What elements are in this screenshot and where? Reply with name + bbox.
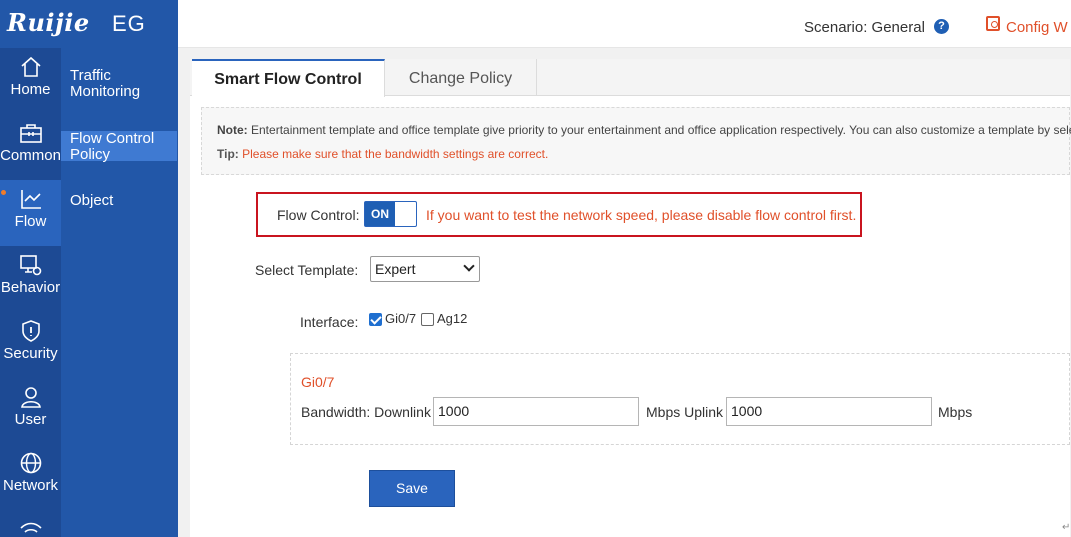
brand-bar: Ruijie EG xyxy=(0,0,178,48)
main-nav-rail: Home Common Flow Behavior Security User … xyxy=(0,0,61,537)
active-indicator-dot xyxy=(1,190,6,195)
rail-item-network[interactable]: Network xyxy=(0,444,61,510)
sub-nav-panel: Traffic Monitoring Flow Control Policy O… xyxy=(61,48,178,537)
tab-change-policy[interactable]: Change Policy xyxy=(385,59,537,96)
flow-control-row: Flow Control: ON If you want to test the… xyxy=(256,192,862,237)
brand-logo: Ruijie xyxy=(7,8,90,37)
toolbox-icon xyxy=(19,124,42,143)
interface-option-label: Gi0/7 xyxy=(385,311,417,326)
submenu-item-traffic-monitoring[interactable]: Traffic Monitoring xyxy=(61,68,178,100)
tab-smart-flow-control[interactable]: Smart Flow Control xyxy=(192,59,385,97)
rail-label: User xyxy=(14,411,47,428)
paragraph-mark-icon: ↵ xyxy=(1062,522,1071,533)
flow-control-hint: If you want to test the network speed, p… xyxy=(426,207,857,223)
rail-item-user[interactable]: User xyxy=(0,378,61,444)
rail-item-home[interactable]: Home xyxy=(0,48,61,114)
home-icon xyxy=(20,56,41,77)
template-select[interactable]: Expert xyxy=(370,256,480,282)
uplink-input[interactable]: 1000 xyxy=(726,397,932,426)
toggle-state-label: ON xyxy=(365,202,395,226)
globe-icon xyxy=(20,452,41,474)
scenario-label: Scenario: General xyxy=(804,19,925,36)
rail-label: Home xyxy=(10,81,51,98)
tip-line: Tip: Please make sure that the bandwidth… xyxy=(217,147,548,161)
bandwidth-interface-title: Gi0/7 xyxy=(301,374,335,390)
rail-item-flow[interactable]: Flow xyxy=(0,180,61,246)
save-button[interactable]: Save xyxy=(369,470,455,507)
tip-label: Tip: xyxy=(217,147,239,161)
top-header: Scenario: General ? Config W xyxy=(178,0,1071,48)
rail-label: Flow xyxy=(14,213,47,230)
rail-label: Security xyxy=(3,345,58,362)
rail-item-common[interactable]: Common xyxy=(0,114,61,180)
rail-item-wireless[interactable] xyxy=(0,510,61,537)
select-template-label: Select Template: xyxy=(255,262,359,278)
note-line: Note: Entertainment template and office … xyxy=(217,123,1071,137)
bandwidth-unit-label: Mbps xyxy=(938,404,973,420)
note-label: Note: xyxy=(217,123,248,137)
submenu-item-flow-control-policy[interactable]: Flow Control Policy xyxy=(61,131,177,163)
interface-checkbox-ag12[interactable] xyxy=(421,313,434,326)
interface-option-label: Ag12 xyxy=(437,311,468,326)
note-box: Note: Entertainment template and office … xyxy=(201,107,1071,175)
help-icon[interactable]: ? xyxy=(934,19,949,34)
main-content: Smart Flow Control Change Policy Note: E… xyxy=(178,48,1071,537)
downlink-input[interactable]: 1000 xyxy=(433,397,639,426)
rail-label: Common xyxy=(0,147,61,164)
rail-label: Behavior xyxy=(0,279,61,296)
submenu-item-object[interactable]: Object xyxy=(61,193,178,209)
interface-checkbox-gi07[interactable] xyxy=(369,313,382,326)
policy-card: Smart Flow Control Change Policy Note: E… xyxy=(190,59,1071,537)
note-text: Entertainment template and office templa… xyxy=(247,123,1071,137)
monitor-gear-icon xyxy=(19,255,41,276)
wifi-icon xyxy=(19,522,42,533)
config-wizard-link[interactable]: Config W xyxy=(1006,19,1068,36)
chart-line-icon xyxy=(20,190,41,209)
interface-label: Interface: xyxy=(300,314,359,330)
rail-item-security[interactable]: Security xyxy=(0,312,61,378)
config-wizard-icon[interactable] xyxy=(986,16,1000,31)
rail-label: Network xyxy=(2,477,58,494)
bandwidth-uplink-label: Mbps Uplink xyxy=(646,404,724,420)
chevron-down-icon xyxy=(463,260,475,272)
product-name: EG xyxy=(112,11,146,36)
tip-text: Please make sure that the bandwidth sett… xyxy=(238,147,549,161)
flow-control-label: Flow Control: xyxy=(277,207,360,223)
flow-control-toggle[interactable]: ON xyxy=(364,201,417,227)
bandwidth-downlink-label: Bandwidth: Downlink xyxy=(301,404,431,420)
template-selected-value: Expert xyxy=(375,261,416,277)
app-window: Home Common Flow Behavior Security User … xyxy=(0,0,1071,537)
rail-item-behavior[interactable]: Behavior xyxy=(0,246,61,312)
tab-bar: Smart Flow Control Change Policy xyxy=(190,59,1070,97)
bandwidth-section: Gi0/7 Bandwidth: Downlink 1000 Mbps Upli… xyxy=(290,353,1070,445)
shield-icon xyxy=(21,320,40,342)
user-icon xyxy=(20,387,41,408)
